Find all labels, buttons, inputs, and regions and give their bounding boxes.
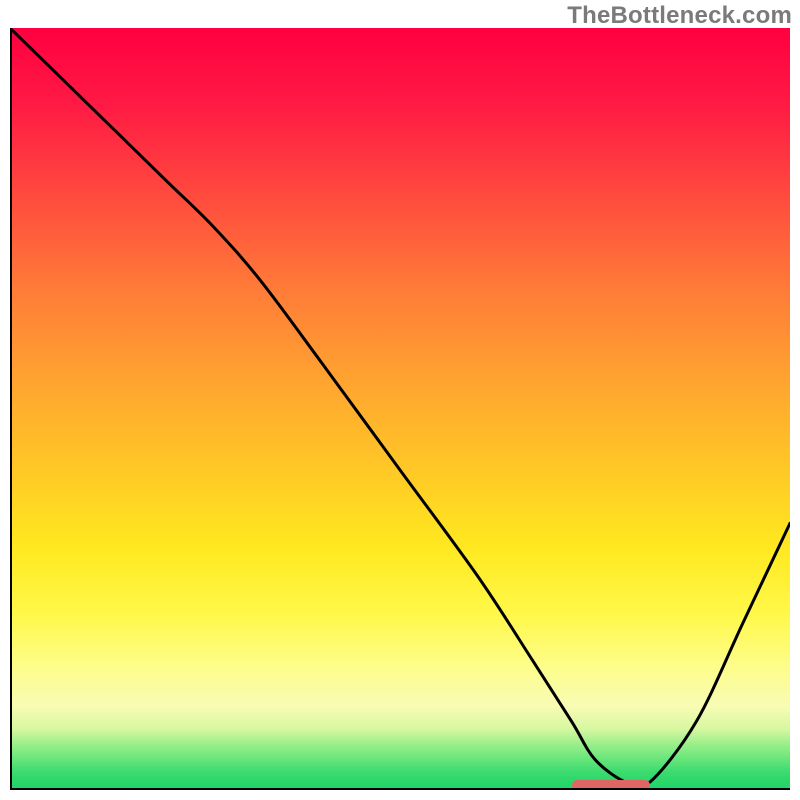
line-svg: [10, 28, 790, 790]
target-marker: [572, 780, 650, 790]
watermark-text: TheBottleneck.com: [567, 2, 792, 30]
bottleneck-curve: [10, 28, 790, 788]
plot-area: [10, 28, 790, 790]
chart-stage: TheBottleneck.com: [0, 0, 800, 800]
